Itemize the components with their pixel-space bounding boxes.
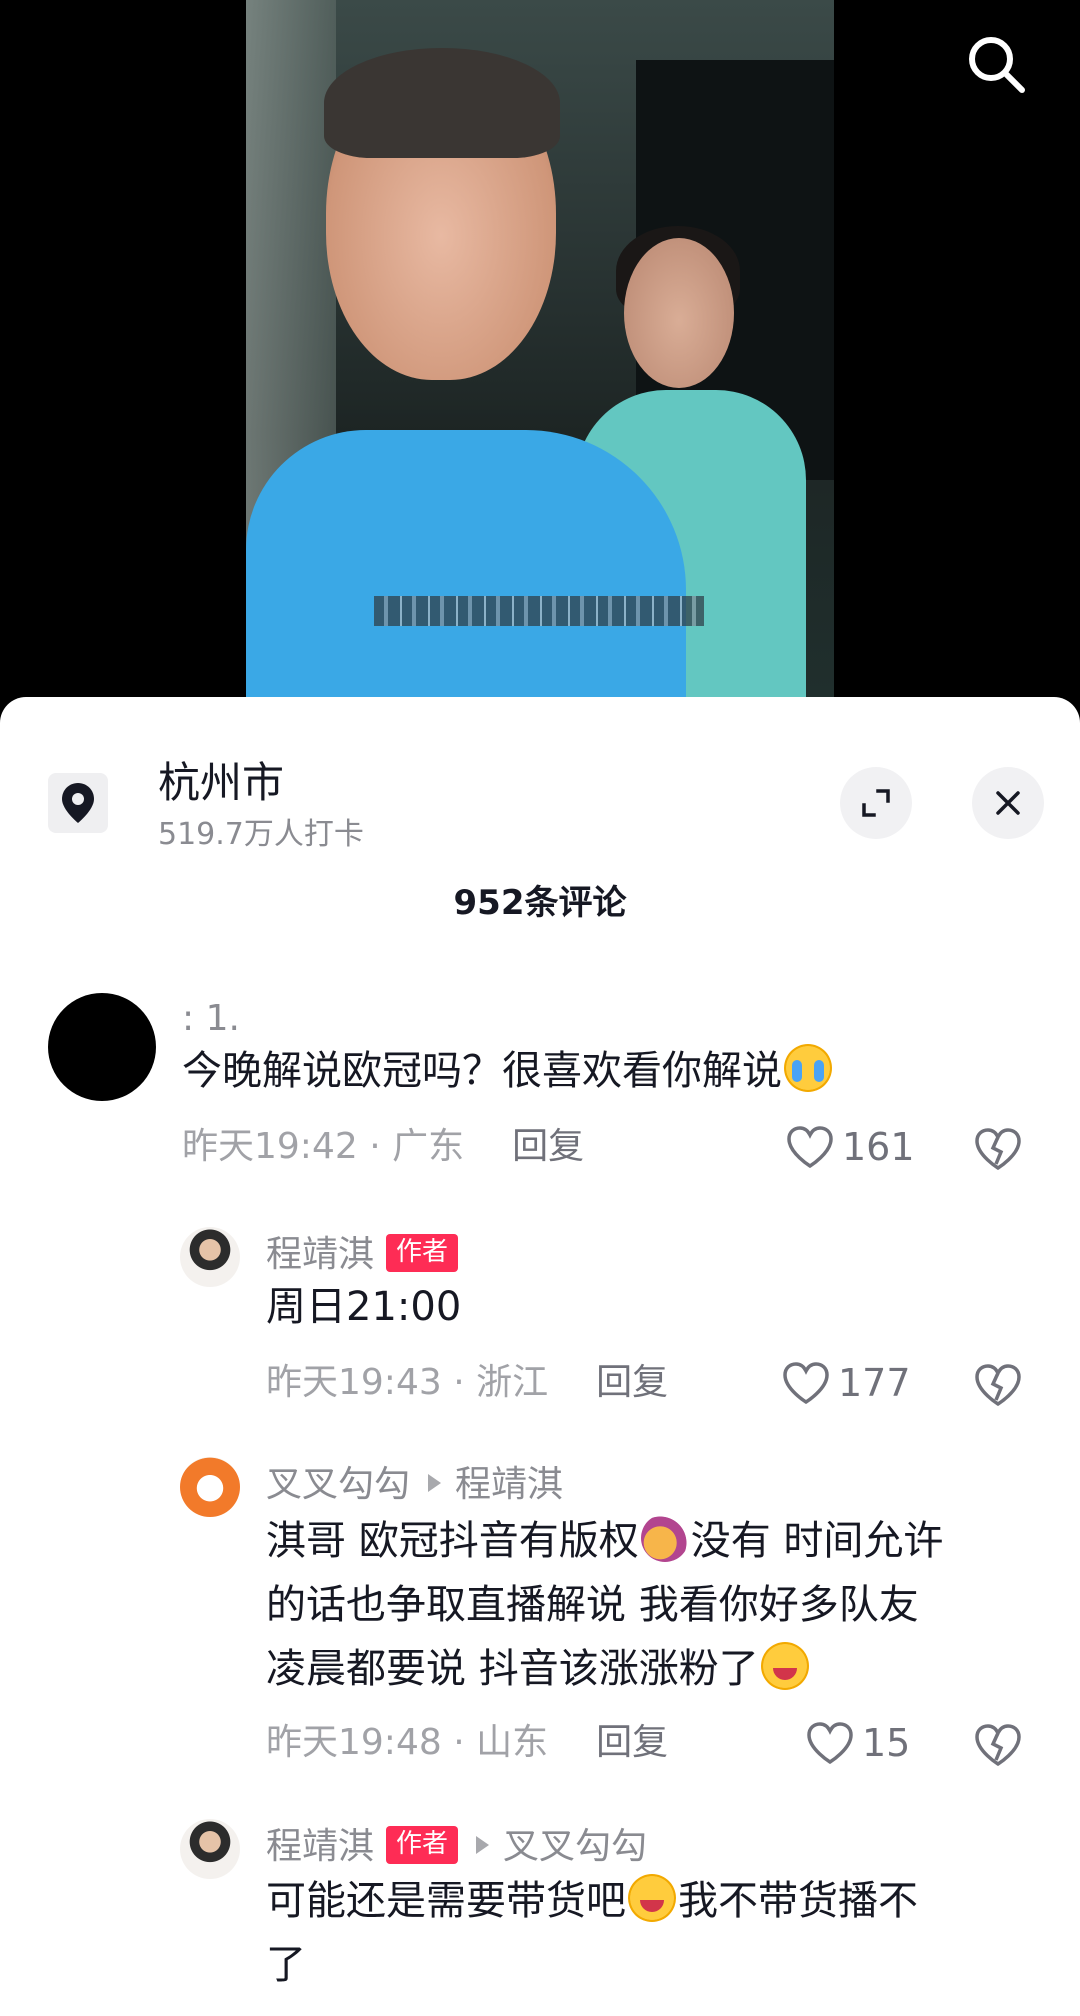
comment-text-line-1b: 没有 时间允许 (690, 1518, 944, 1564)
like-count: 15 (862, 1721, 911, 1765)
expand-icon (862, 789, 890, 817)
comment-text-line-1: 可能还是需要带货吧 (266, 1878, 626, 1924)
reply-author-name: 叉叉勾勾 (266, 1464, 411, 1505)
reply-arrow-icon (476, 1836, 490, 1854)
location-checkins: 519.7万人打卡 (158, 817, 364, 852)
comment-text: 周日21:00 (266, 1284, 462, 1330)
search-icon (969, 37, 1025, 93)
comment-time-region: 昨天19:48 · 山东 (266, 1722, 549, 1763)
like-count: 161 (842, 1125, 915, 1169)
broken-heart-icon (975, 1724, 1021, 1767)
like-button[interactable]: 161 (786, 1123, 915, 1171)
broken-heart-icon (975, 1364, 1021, 1407)
close-button[interactable] (972, 767, 1044, 839)
comment-sheet: 杭州市 519.7万人打卡 952条评论 : 1. 今晚解说欧冠吗？很喜欢看你解… (0, 697, 1080, 2016)
video-person-female-head (624, 238, 734, 388)
author-badge: 作者 (386, 1234, 459, 1272)
avatar[interactable] (180, 1227, 240, 1287)
author-name: 程靖淇 (266, 1234, 375, 1275)
comment-username[interactable]: : 1. (182, 995, 240, 1043)
video-person-male-shirt (246, 430, 686, 720)
video-blurred-caption (374, 596, 704, 626)
reply-arrow-icon (428, 1474, 442, 1492)
location-header[interactable]: 杭州市 519.7万人打卡 (48, 755, 1044, 855)
laughing-crying-emoji-icon (760, 1642, 809, 1690)
reply-target-name: 程靖淇 (455, 1464, 564, 1505)
comment-text-line-1: 淇哥 欧冠抖音有版权 (266, 1518, 639, 1564)
reply-button[interactable]: 回复 (512, 1126, 584, 1167)
comment-meta: 昨天19:48 · 山东 回复 (266, 1719, 668, 1767)
like-count: 177 (838, 1361, 911, 1405)
comment-time-region: 昨天19:42 · 广东 (182, 1126, 465, 1167)
reply-target-name: 叉叉勾勾 (503, 1826, 648, 1867)
dislike-button[interactable] (974, 1127, 1022, 1175)
location-pin-icon (62, 783, 94, 823)
dislike-button[interactable] (974, 1363, 1022, 1411)
comment-count: 952条评论 (453, 883, 627, 923)
avatar[interactable] (180, 1819, 240, 1879)
avatar[interactable] (48, 993, 156, 1101)
comment-text-line-1b: 我不带货播不 (678, 1878, 918, 1924)
heart-icon (787, 1126, 833, 1169)
like-button[interactable]: 177 (782, 1359, 911, 1407)
comment-text: 淇哥 欧冠抖音有版权 没有 时间允许 的话也争取直播解说 我看你好多队友 凌晨都要… (266, 1509, 1046, 1701)
reply-button[interactable]: 回复 (596, 1722, 668, 1763)
comment-username[interactable]: 程靖淇 作者 叉叉勾勾 (266, 1823, 647, 1871)
search-button[interactable] (960, 28, 1032, 100)
video-person-male-hair (324, 48, 560, 158)
crying-emoji-icon (784, 1044, 832, 1092)
heart-icon (783, 1362, 829, 1405)
comment-text: 可能还是需要带货吧 我不带货播不 了 (266, 1869, 1046, 1997)
dislike-button[interactable] (974, 1723, 1022, 1771)
sweet-potato-emoji-icon (640, 1514, 689, 1562)
video-frame (246, 0, 834, 720)
comment-text-line-2: 的话也争取直播解说 我看你好多队友 (266, 1582, 919, 1628)
close-icon (996, 791, 1020, 815)
comment-username[interactable]: 叉叉勾勾 程靖淇 (266, 1461, 563, 1509)
author-name: 程靖淇 (266, 1826, 375, 1867)
comment-text-line-2: 了 (266, 1942, 306, 1988)
comment-text-line-3: 凌晨都要说 抖音该涨涨粉了 (266, 1646, 759, 1692)
comment-text-content: 今晚解说欧冠吗？很喜欢看你解说 (182, 1048, 782, 1094)
location-icon-box (48, 773, 108, 833)
reply-button[interactable]: 回复 (596, 1362, 668, 1403)
comment-text: 今晚解说欧冠吗？很喜欢看你解说 (182, 1039, 834, 1103)
broken-heart-icon (975, 1128, 1021, 1171)
comment-time-region: 昨天19:43 · 浙江 (266, 1362, 549, 1403)
comment-username[interactable]: 程靖淇 作者 (266, 1231, 459, 1279)
avatar[interactable] (180, 1457, 240, 1517)
video-player[interactable] (0, 0, 1080, 720)
expand-button[interactable] (840, 767, 912, 839)
comment-meta: 昨天19:43 · 浙江 回复 (266, 1359, 668, 1407)
heart-icon (807, 1722, 853, 1765)
comment-meta: 昨天19:42 · 广东 回复 (182, 1123, 584, 1171)
location-name: 杭州市 (158, 758, 285, 807)
laughing-crying-emoji-icon (628, 1874, 676, 1922)
like-button[interactable]: 15 (806, 1719, 910, 1767)
author-badge: 作者 (386, 1826, 459, 1864)
